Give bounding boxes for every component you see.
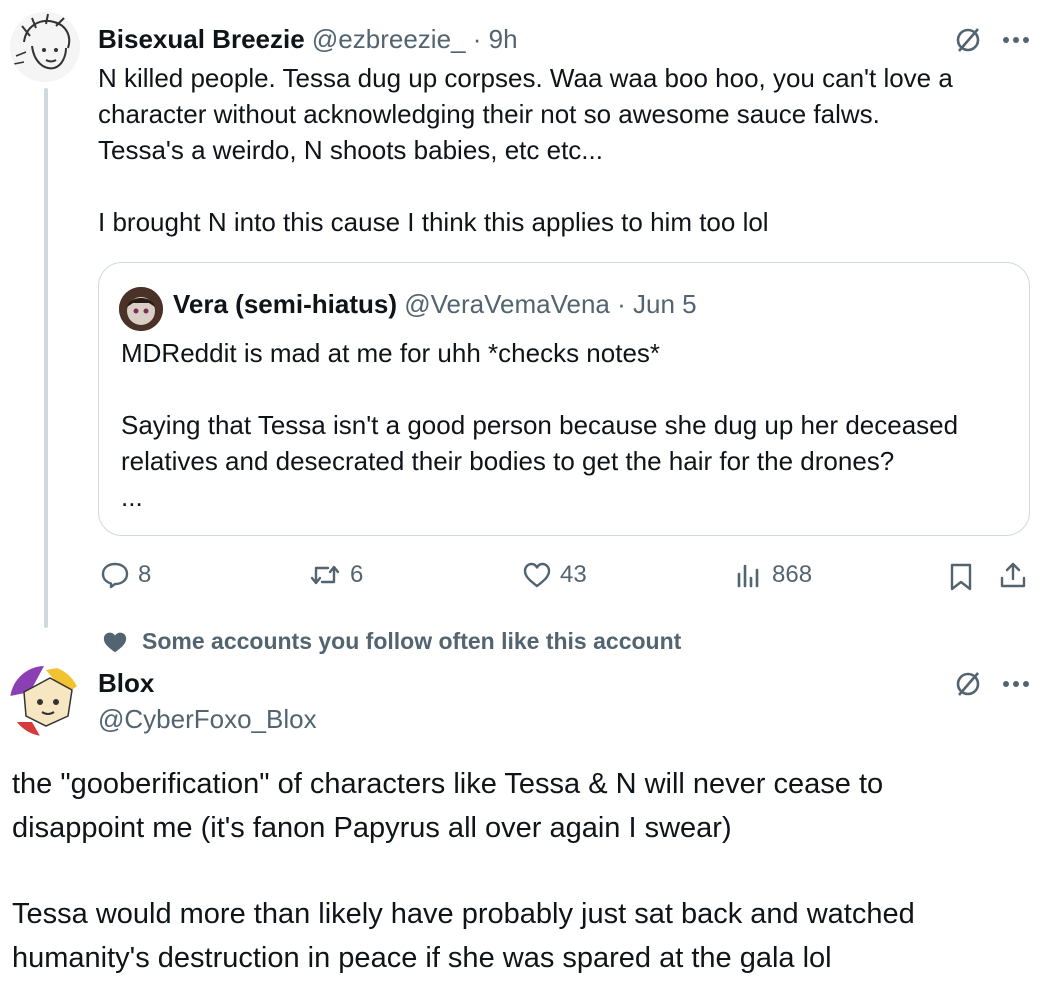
reply-button[interactable]: 8 <box>100 560 151 590</box>
bookmark-icon <box>950 563 972 591</box>
quoted-tweet-card[interactable]: Vera (semi-hiatus) @VeraVemaVena · Jun 5… <box>98 262 1030 536</box>
tweet1-author-name[interactable]: Bisexual Breezie <box>98 24 305 54</box>
grok-icon[interactable] <box>950 666 986 702</box>
grok-icon[interactable] <box>950 22 986 58</box>
view-count: 868 <box>772 561 813 588</box>
tweet2-line: disappoint me (it's fanon Papyrus all ov… <box>12 812 732 844</box>
quote-author-handle[interactable]: @VeraVemaVena <box>404 289 610 319</box>
social-context: Some accounts you follow often like this… <box>102 628 681 655</box>
tweet2-line: humanity's destruction in peace if she w… <box>12 942 832 974</box>
more-icon[interactable] <box>996 666 1036 702</box>
tweet1-header: Bisexual Breezie @ezbreezie_ · 9h <box>98 22 518 56</box>
quote-timestamp[interactable]: · Jun 5 <box>617 289 697 319</box>
heart-filled-icon <box>103 632 127 652</box>
quote-line: MDReddit is mad at me for uhh *checks no… <box>121 338 661 368</box>
tweet2-line: the "gooberification" of characters like… <box>12 768 884 800</box>
avatar-vera-image <box>119 287 163 331</box>
quote-text: MDReddit is mad at me for uhh *checks no… <box>121 335 1021 515</box>
like-count: 43 <box>560 561 587 588</box>
avatar-blox[interactable] <box>10 666 80 736</box>
quote-header: Vera (semi-hiatus) @VeraVemaVena · Jun 5 <box>173 287 697 321</box>
tweet2-line: Tessa would more than likely have probab… <box>12 898 915 930</box>
repost-button[interactable]: 6 <box>308 560 363 590</box>
quote-line: Saying that Tessa isn't a good person be… <box>121 410 959 440</box>
social-context-text: Some accounts you follow often like this… <box>142 628 682 654</box>
tweet1-line: character without acknowledging their no… <box>98 99 880 129</box>
avatar-sketch-image <box>10 12 80 82</box>
avatar-fox-image <box>10 666 80 736</box>
quote-author-name[interactable]: Vera (semi-hiatus) <box>173 289 397 319</box>
avatar-bisexual-breezie[interactable] <box>10 12 80 82</box>
tweet2-name-line: Blox <box>98 666 154 700</box>
tweet1-line: I brought N into this cause I think this… <box>98 207 769 237</box>
share-button[interactable] <box>996 558 1030 592</box>
tweet1-line: Tessa's a weirdo, N shoots babies, etc e… <box>98 135 603 165</box>
reply-count: 8 <box>138 561 152 588</box>
repost-count: 6 <box>350 561 364 588</box>
repost-icon <box>310 565 340 585</box>
tweet1-text: N killed people. Tessa dug up corpses. W… <box>98 60 1028 240</box>
quote-line <box>121 371 1021 407</box>
tweet1-line: N killed people. Tessa dug up corpses. W… <box>98 63 953 93</box>
tweet1-line <box>98 168 1028 204</box>
views-icon <box>737 564 759 588</box>
bookmark-button[interactable] <box>944 560 978 594</box>
tweet1-author-handle[interactable]: @ezbreezie_ <box>312 24 466 54</box>
more-icon[interactable] <box>996 22 1036 58</box>
share-icon <box>1000 562 1026 588</box>
tweet2-author-handle[interactable]: @CyberFoxo_Blox <box>98 704 317 734</box>
views-button[interactable]: 868 <box>734 560 812 590</box>
quote-line: relatives and desecrated their bodies to… <box>121 446 895 476</box>
tweet2-text: the "gooberification" of characters like… <box>12 762 1052 980</box>
thread-connector <box>44 88 48 628</box>
quote-line: ... <box>121 482 143 512</box>
tweet2-line <box>12 850 1052 892</box>
tweet2-handle-line: @CyberFoxo_Blox <box>98 702 317 736</box>
avatar-vera[interactable] <box>119 287 163 331</box>
like-button[interactable]: 43 <box>522 560 587 590</box>
reply-icon <box>101 562 129 589</box>
heart-icon <box>523 562 551 588</box>
tweet2-author-name[interactable]: Blox <box>98 668 154 698</box>
tweet1-timestamp[interactable]: · 9h <box>473 24 518 54</box>
